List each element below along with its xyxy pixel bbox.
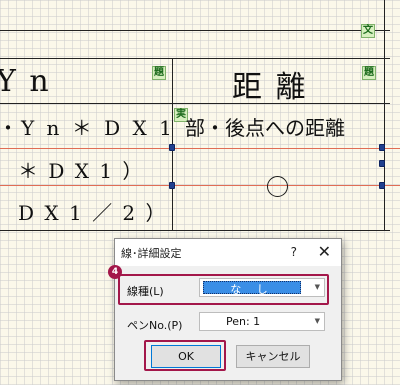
guide-line	[0, 148, 400, 149]
ok-highlight	[144, 340, 226, 371]
cell-row4: D X 1 ／ 2 ）	[18, 201, 168, 225]
cancel-button[interactable]: キャンセル	[236, 345, 310, 368]
cell-kyori: 距 離	[232, 70, 308, 105]
step-number-badge: 4	[108, 265, 122, 279]
selection-handle[interactable]	[169, 182, 175, 189]
pen-value: Pen: 1	[226, 315, 261, 328]
pen-label: ペンNo.(P)	[127, 319, 183, 332]
chevron-down-icon[interactable]: ▼	[315, 317, 320, 325]
cell-yn: Y n	[0, 64, 51, 99]
guide-line	[0, 185, 400, 186]
dai-tag: 題	[152, 66, 166, 80]
dialog-titlebar[interactable]: 線･詳細設定 ? ✕	[115, 239, 341, 266]
table-line	[384, 0, 385, 230]
dai-tag: 題	[362, 66, 376, 80]
selection-handle[interactable]	[379, 160, 385, 167]
pen-select[interactable]: Pen: 1 ▼	[199, 312, 325, 331]
selection-handle[interactable]	[379, 144, 385, 151]
dialog-title: 線･詳細設定	[121, 247, 182, 260]
selection-handle[interactable]	[169, 144, 175, 151]
selection-handle[interactable]	[379, 182, 385, 189]
circle-symbol	[267, 176, 288, 197]
bun-tag: 文	[361, 24, 375, 38]
table-line	[0, 30, 390, 31]
line-type-highlight	[118, 274, 329, 305]
cell-formula: ・Y n ＊ D X 1	[0, 116, 175, 140]
cell-row3: ＊ D X 1 ）	[18, 159, 145, 183]
table-line	[0, 230, 390, 231]
cell-kouten: 部・後点への距離	[185, 116, 345, 140]
close-button[interactable]: ✕	[318, 242, 331, 261]
table-line	[0, 103, 390, 104]
help-button[interactable]: ?	[291, 245, 297, 259]
table-line	[0, 58, 390, 59]
